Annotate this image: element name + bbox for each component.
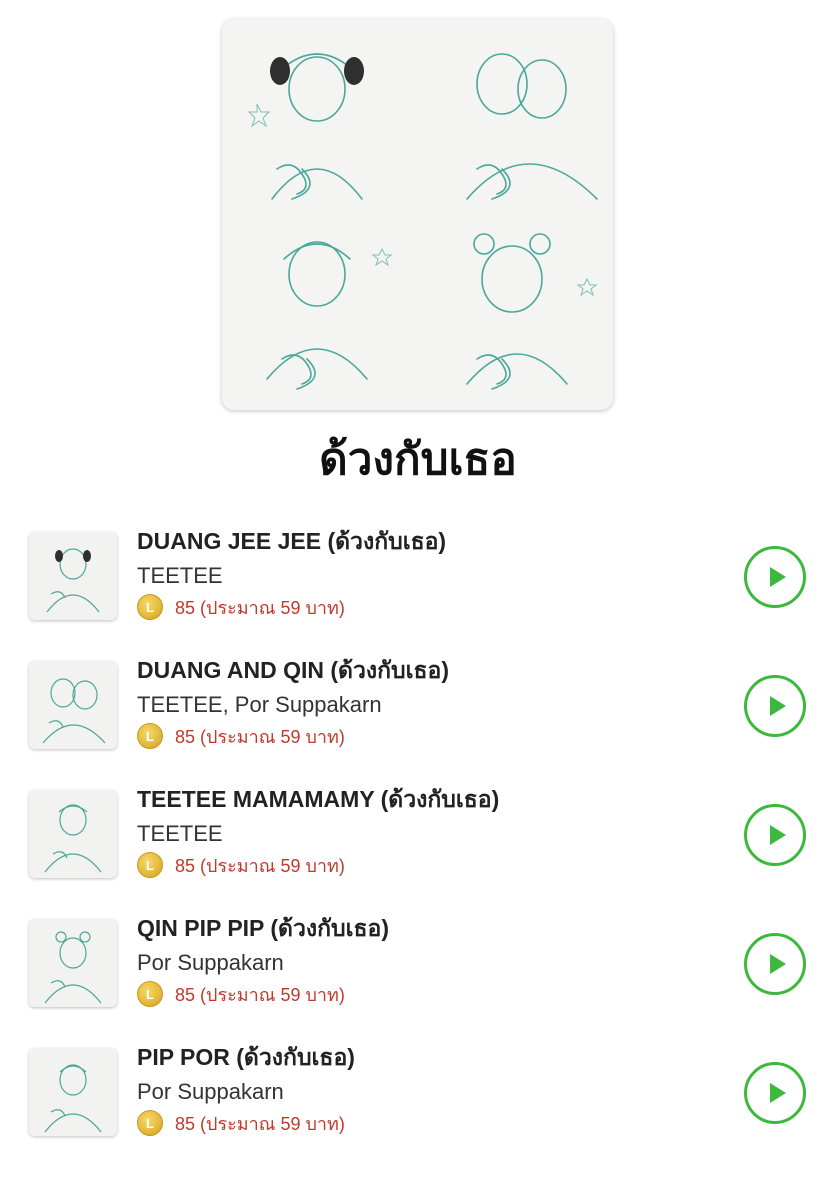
track-row[interactable]: QIN PIP PIP (ด้วงกับเธอ) Por Suppakarn L… <box>0 913 836 1033</box>
track-artist: TEETEE <box>137 563 223 588</box>
play-icon <box>769 567 786 587</box>
price-text: 85 (ประมาณ 59 บาท) <box>175 855 345 876</box>
play-icon <box>769 696 786 716</box>
sticker-album-page: ด้วงกับเธอ DUANG JEE JEE (ด้วงกับเธอ) TE… <box>0 0 836 1200</box>
price-row: L 85 (ประมาณ 59 บาท) <box>137 980 345 1008</box>
line-coin-icon: L <box>137 981 163 1007</box>
line-coin-icon: L <box>137 852 163 878</box>
line-coin-icon: L <box>137 594 163 620</box>
price-row: L 85 (ประมาณ 59 บาท) <box>137 593 345 621</box>
play-button[interactable] <box>744 933 806 995</box>
price-row: L 85 (ประมาณ 59 บาท) <box>137 1109 345 1137</box>
track-title: PIP POR (ด้วงกับเธอ) <box>137 1044 355 1070</box>
album-cover-image <box>222 19 613 410</box>
play-button[interactable] <box>744 675 806 737</box>
track-title: DUANG AND QIN (ด้วงกับเธอ) <box>137 657 450 683</box>
album-title: ด้วงกับเธอ <box>319 435 517 484</box>
track-row[interactable]: DUANG AND QIN (ด้วงกับเธอ) TEETEE, Por S… <box>0 655 836 775</box>
track-row[interactable]: PIP POR (ด้วงกับเธอ) Por Suppakarn L 85 … <box>0 1042 836 1162</box>
price-text: 85 (ประมาณ 59 บาท) <box>175 984 345 1005</box>
play-button[interactable] <box>744 1062 806 1124</box>
price-text: 85 (ประมาณ 59 บาท) <box>175 726 345 747</box>
track-thumbnail <box>29 790 117 878</box>
line-coin-icon: L <box>137 1110 163 1136</box>
play-icon <box>769 1083 786 1103</box>
price-text: 85 (ประมาณ 59 บาท) <box>175 1113 345 1134</box>
track-title: QIN PIP PIP (ด้วงกับเธอ) <box>137 915 390 941</box>
track-artist: TEETEE, Por Suppakarn <box>137 692 382 717</box>
play-button[interactable] <box>744 546 806 608</box>
track-artist: Por Suppakarn <box>137 1079 284 1104</box>
price-row: L 85 (ประมาณ 59 บาท) <box>137 851 345 879</box>
track-thumbnail <box>29 661 117 749</box>
track-artist: Por Suppakarn <box>137 950 284 975</box>
track-thumbnail <box>29 919 117 1007</box>
track-title: TEETEE MAMAMAMY (ด้วงกับเธอ) <box>137 786 500 812</box>
price-row: L 85 (ประมาณ 59 บาท) <box>137 722 345 750</box>
track-row[interactable]: DUANG JEE JEE (ด้วงกับเธอ) TEETEE L 85 (… <box>0 526 836 646</box>
line-coin-icon: L <box>137 723 163 749</box>
track-row[interactable]: TEETEE MAMAMAMY (ด้วงกับเธอ) TEETEE L 85… <box>0 784 836 904</box>
price-text: 85 (ประมาณ 59 บาท) <box>175 597 345 618</box>
track-thumbnail <box>29 532 117 620</box>
play-button[interactable] <box>744 804 806 866</box>
play-icon <box>769 825 786 845</box>
track-thumbnail <box>29 1048 117 1136</box>
play-icon <box>769 954 786 974</box>
track-title: DUANG JEE JEE (ด้วงกับเธอ) <box>137 528 447 554</box>
track-artist: TEETEE <box>137 821 223 846</box>
